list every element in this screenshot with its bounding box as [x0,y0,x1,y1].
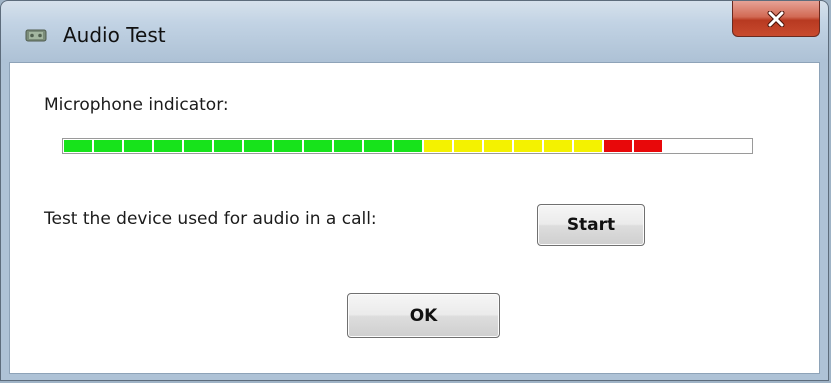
level-segment [544,140,572,152]
level-segment [604,140,632,152]
level-segment [364,140,392,152]
level-segment [484,140,512,152]
level-segment [94,140,122,152]
level-segment [274,140,302,152]
level-segment [184,140,212,152]
audio-device-icon [25,29,47,42]
level-segment [244,140,272,152]
microphone-indicator-label: Microphone indicator: [44,95,229,115]
level-segment [424,140,452,152]
title-bar[interactable]: Audio Test [1,1,828,61]
ok-button[interactable]: OK [347,293,500,338]
audio-test-window: Audio Test Microphone indicator: Test th… [0,0,829,381]
level-segment [304,140,332,152]
level-segment [64,140,92,152]
test-device-label: Test the device used for audio in a call… [44,209,377,229]
level-segment [454,140,482,152]
close-button[interactable] [732,1,820,37]
window-title: Audio Test [63,23,166,47]
level-segment [634,140,662,152]
close-icon [767,10,785,27]
start-button[interactable]: Start [537,204,645,246]
level-segment [154,140,182,152]
level-segment [514,140,542,152]
dialog-content: Microphone indicator: Test the device us… [9,62,820,374]
level-segment [574,140,602,152]
level-segment [394,140,422,152]
level-segment [214,140,242,152]
microphone-level-meter [62,138,753,154]
level-segment [124,140,152,152]
level-segment [334,140,362,152]
